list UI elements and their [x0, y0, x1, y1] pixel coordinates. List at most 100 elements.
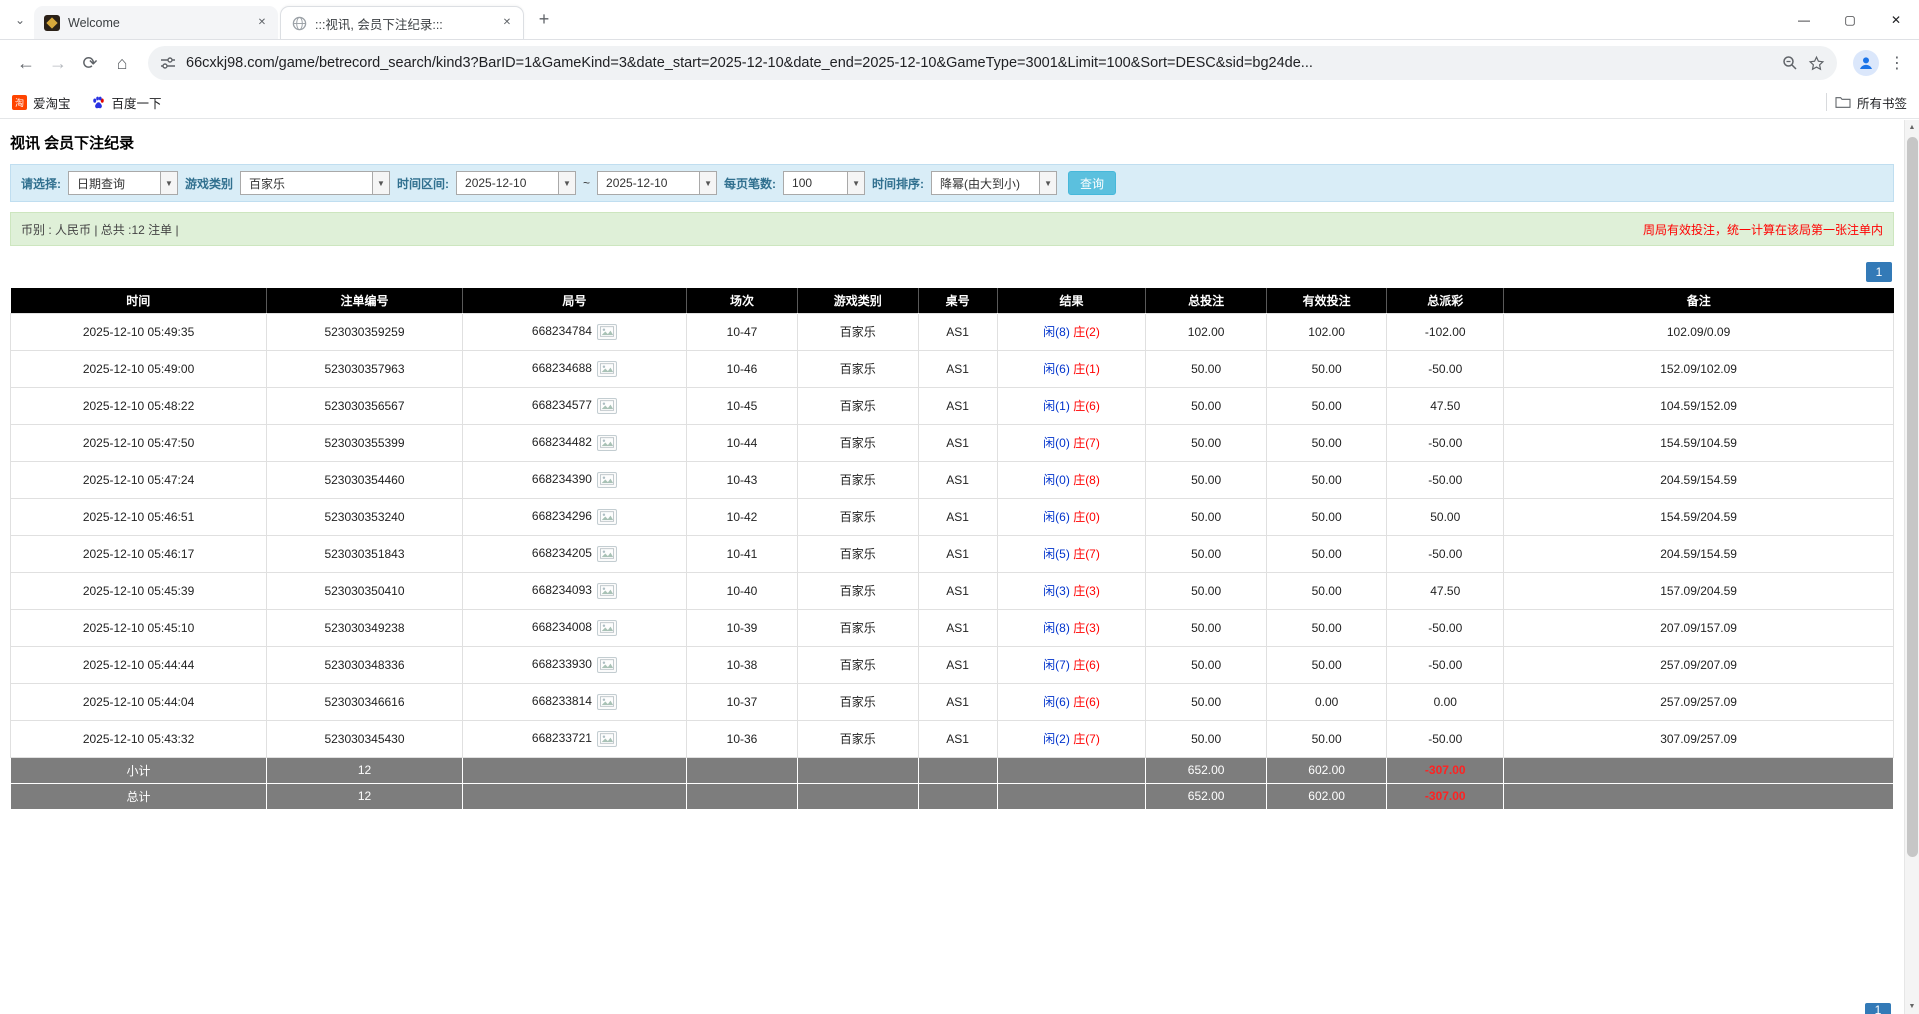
cell-session: 10-41 — [686, 535, 797, 572]
video-replay-icon[interactable] — [597, 620, 617, 636]
header-bet-id: 注单编号 — [267, 288, 463, 313]
back-icon[interactable]: ← — [10, 47, 42, 79]
date-start-select[interactable]: 2025-12-10 ▼ — [456, 171, 576, 195]
window-controls: — ▢ ✕ — [1781, 0, 1919, 40]
query-type-select[interactable]: 日期查询 ▼ — [68, 171, 178, 195]
table-row: 2025-12-10 05:45:39 523030350410 6682340… — [11, 572, 1894, 609]
cell-result: 闲(0) 庄(8) — [997, 461, 1146, 498]
url-text[interactable]: 66cxkj98.com/game/betrecord_search/kind3… — [186, 55, 1772, 71]
result-player: 闲(2) — [1043, 732, 1070, 746]
per-page-select[interactable]: 100 ▼ — [783, 171, 865, 195]
sort-select[interactable]: 降幂(由大到小) ▼ — [931, 171, 1057, 195]
cell-result: 闲(3) 庄(3) — [997, 572, 1146, 609]
forward-icon[interactable]: → — [42, 47, 74, 79]
video-replay-icon[interactable] — [597, 398, 617, 414]
video-replay-icon[interactable] — [597, 509, 617, 525]
cell-payout: -50.00 — [1387, 720, 1504, 757]
search-button[interactable]: 查询 — [1068, 171, 1116, 195]
video-replay-icon[interactable] — [597, 361, 617, 377]
cell-session: 10-47 — [686, 313, 797, 350]
pagination-page-1-bottom[interactable]: 1 — [1865, 1003, 1891, 1014]
cell-payout: 47.50 — [1387, 572, 1504, 609]
date-end-select[interactable]: 2025-12-10 ▼ — [597, 171, 717, 195]
cell-total-bet[interactable]: 50.00 — [1146, 572, 1267, 609]
notice-text: 周局有效投注，统一计算在该局第一张注单内 — [1643, 221, 1883, 238]
cell-total-bet[interactable]: 50.00 — [1146, 609, 1267, 646]
result-banker: 庄(3) — [1073, 621, 1100, 635]
subtotal-valid-bet: 602.00 — [1266, 757, 1387, 783]
tab-close-icon[interactable]: ✕ — [499, 15, 515, 31]
cell-valid-bet: 50.00 — [1266, 720, 1387, 757]
cell-total-bet[interactable]: 50.00 — [1146, 646, 1267, 683]
cell-round: 668234205 — [462, 535, 686, 572]
cell-valid-bet: 50.00 — [1266, 498, 1387, 535]
cell-remark: 204.59/154.59 — [1504, 461, 1894, 498]
cell-session: 10-39 — [686, 609, 797, 646]
pagination-page-1[interactable]: 1 — [1866, 262, 1892, 282]
cell-session: 10-46 — [686, 350, 797, 387]
tab-search-chevron-icon[interactable]: ⌄ — [6, 6, 34, 34]
cell-table-no: AS1 — [918, 646, 997, 683]
new-tab-button[interactable]: + — [530, 6, 558, 34]
tab-close-icon[interactable]: ✕ — [254, 15, 270, 31]
cell-time: 2025-12-10 05:46:51 — [11, 498, 267, 535]
cell-remark: 104.59/152.09 — [1504, 387, 1894, 424]
scrollbar-thumb[interactable] — [1907, 137, 1918, 857]
cell-payout: 0.00 — [1387, 683, 1504, 720]
cell-remark: 157.09/204.59 — [1504, 572, 1894, 609]
video-replay-icon[interactable] — [597, 324, 617, 340]
video-replay-icon[interactable] — [597, 694, 617, 710]
site-settings-tune-icon[interactable] — [160, 55, 176, 71]
video-replay-icon[interactable] — [597, 731, 617, 747]
scroll-up-icon[interactable]: ▲ — [1909, 120, 1916, 135]
cell-total-bet[interactable]: 50.00 — [1146, 498, 1267, 535]
cell-total-bet[interactable]: 50.00 — [1146, 720, 1267, 757]
profile-avatar[interactable] — [1853, 50, 1879, 76]
range-separator: ~ — [583, 176, 590, 190]
video-replay-icon[interactable] — [597, 657, 617, 673]
cell-total-bet[interactable]: 50.00 — [1146, 461, 1267, 498]
page-scrollbar[interactable]: ▲ ▼ — [1904, 120, 1919, 1014]
cell-time: 2025-12-10 05:47:50 — [11, 424, 267, 461]
cell-result: 闲(6) 庄(6) — [997, 683, 1146, 720]
cell-total-bet[interactable]: 50.00 — [1146, 683, 1267, 720]
cell-time: 2025-12-10 05:48:22 — [11, 387, 267, 424]
video-replay-icon[interactable] — [597, 583, 617, 599]
cell-total-bet[interactable]: 50.00 — [1146, 350, 1267, 387]
result-player: 闲(7) — [1043, 658, 1070, 672]
cell-total-bet[interactable]: 50.00 — [1146, 535, 1267, 572]
browser-toolbar: ← → ⟳ ⌂ 66cxkj98.com/game/betrecord_sear… — [0, 40, 1919, 86]
video-replay-icon[interactable] — [597, 435, 617, 451]
cell-round: 668234577 — [462, 387, 686, 424]
cell-remark: 257.09/207.09 — [1504, 646, 1894, 683]
home-icon[interactable]: ⌂ — [106, 47, 138, 79]
bookmark-aitaobao[interactable]: 淘 爱淘宝 — [12, 93, 71, 112]
refresh-icon[interactable]: ⟳ — [74, 47, 106, 79]
close-button[interactable]: ✕ — [1873, 0, 1919, 40]
address-bar[interactable]: 66cxkj98.com/game/betrecord_search/kind3… — [148, 46, 1837, 80]
header-total-bet: 总投注 — [1146, 288, 1267, 313]
game-type-select[interactable]: 百家乐 ▼ — [240, 171, 390, 195]
result-banker: 庄(7) — [1073, 436, 1100, 450]
cell-result: 闲(0) 庄(7) — [997, 424, 1146, 461]
browser-menu-icon[interactable]: ⋮ — [1885, 51, 1909, 75]
all-bookmarks-button[interactable]: 所有书签 — [1835, 93, 1907, 112]
cell-valid-bet: 50.00 — [1266, 350, 1387, 387]
minimize-button[interactable]: — — [1781, 0, 1827, 40]
cell-session: 10-40 — [686, 572, 797, 609]
cell-total-bet[interactable]: 102.00 — [1146, 313, 1267, 350]
scroll-down-icon[interactable]: ▼ — [1909, 999, 1916, 1014]
zoom-icon[interactable] — [1782, 55, 1798, 71]
video-replay-icon[interactable] — [597, 472, 617, 488]
cell-remark: 257.09/257.09 — [1504, 683, 1894, 720]
cell-total-bet[interactable]: 50.00 — [1146, 387, 1267, 424]
bookmark-star-icon[interactable] — [1808, 55, 1825, 72]
maximize-button[interactable]: ▢ — [1827, 0, 1873, 40]
cell-game-type: 百家乐 — [798, 683, 919, 720]
cell-total-bet[interactable]: 50.00 — [1146, 424, 1267, 461]
tab-betrecord[interactable]: :::视讯, 会员下注纪录::: ✕ — [280, 6, 524, 39]
video-replay-icon[interactable] — [597, 546, 617, 562]
result-banker: 庄(6) — [1073, 695, 1100, 709]
bookmark-baidu[interactable]: 百度一下 — [91, 93, 162, 112]
tab-welcome[interactable]: Welcome ✕ — [34, 6, 278, 39]
